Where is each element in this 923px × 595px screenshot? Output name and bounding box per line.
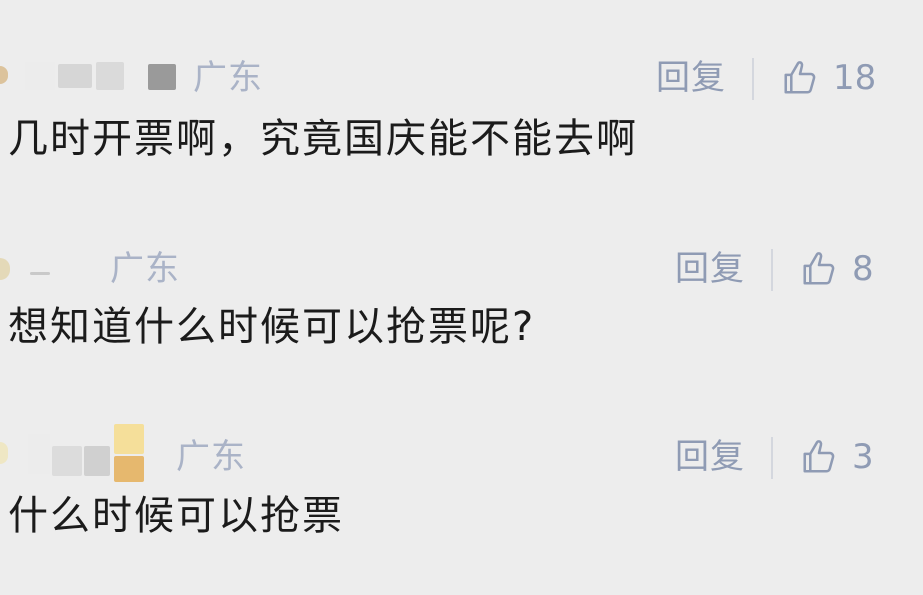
thumbs-up-icon [803, 252, 835, 285]
reply-button[interactable]: 回复 [656, 58, 726, 98]
reply-button[interactable]: 回复 [675, 249, 745, 289]
avatar[interactable] [0, 422, 150, 482]
divider [752, 58, 754, 100]
comment-location: 广东 [193, 58, 263, 98]
like-button[interactable]: 8 [800, 249, 874, 289]
comment-text: 什么时候可以抢票 [8, 493, 344, 539]
like-count: 18 [833, 58, 877, 98]
thumbs-up-icon [803, 440, 835, 473]
comment-location: 广东 [176, 437, 246, 477]
reply-button[interactable]: 回复 [675, 437, 745, 477]
like-count: 3 [852, 437, 874, 477]
divider [771, 249, 773, 291]
like-count: 8 [852, 249, 874, 289]
comment-item-3: 广东 回复 3 什么时候可以抢票 [0, 390, 923, 595]
comment-location: 广东 [110, 249, 180, 289]
comment-item-1: 广东 回复 18 几时开票啊，究竟国庆能不能去啊 [0, 0, 923, 190]
comment-text: 几时开票啊，究竟国庆能不能去啊 [8, 116, 638, 162]
like-button[interactable]: 18 [781, 58, 876, 98]
comment-text: 想知道什么时候可以抢票呢? [8, 304, 536, 350]
avatar[interactable] [0, 58, 185, 94]
like-button[interactable]: 3 [800, 437, 874, 477]
thumbs-up-icon [784, 61, 816, 94]
comment-item-2: 广东 回复 8 想知道什么时候可以抢票呢? [0, 200, 923, 390]
divider [771, 437, 773, 479]
avatar[interactable] [0, 252, 100, 288]
